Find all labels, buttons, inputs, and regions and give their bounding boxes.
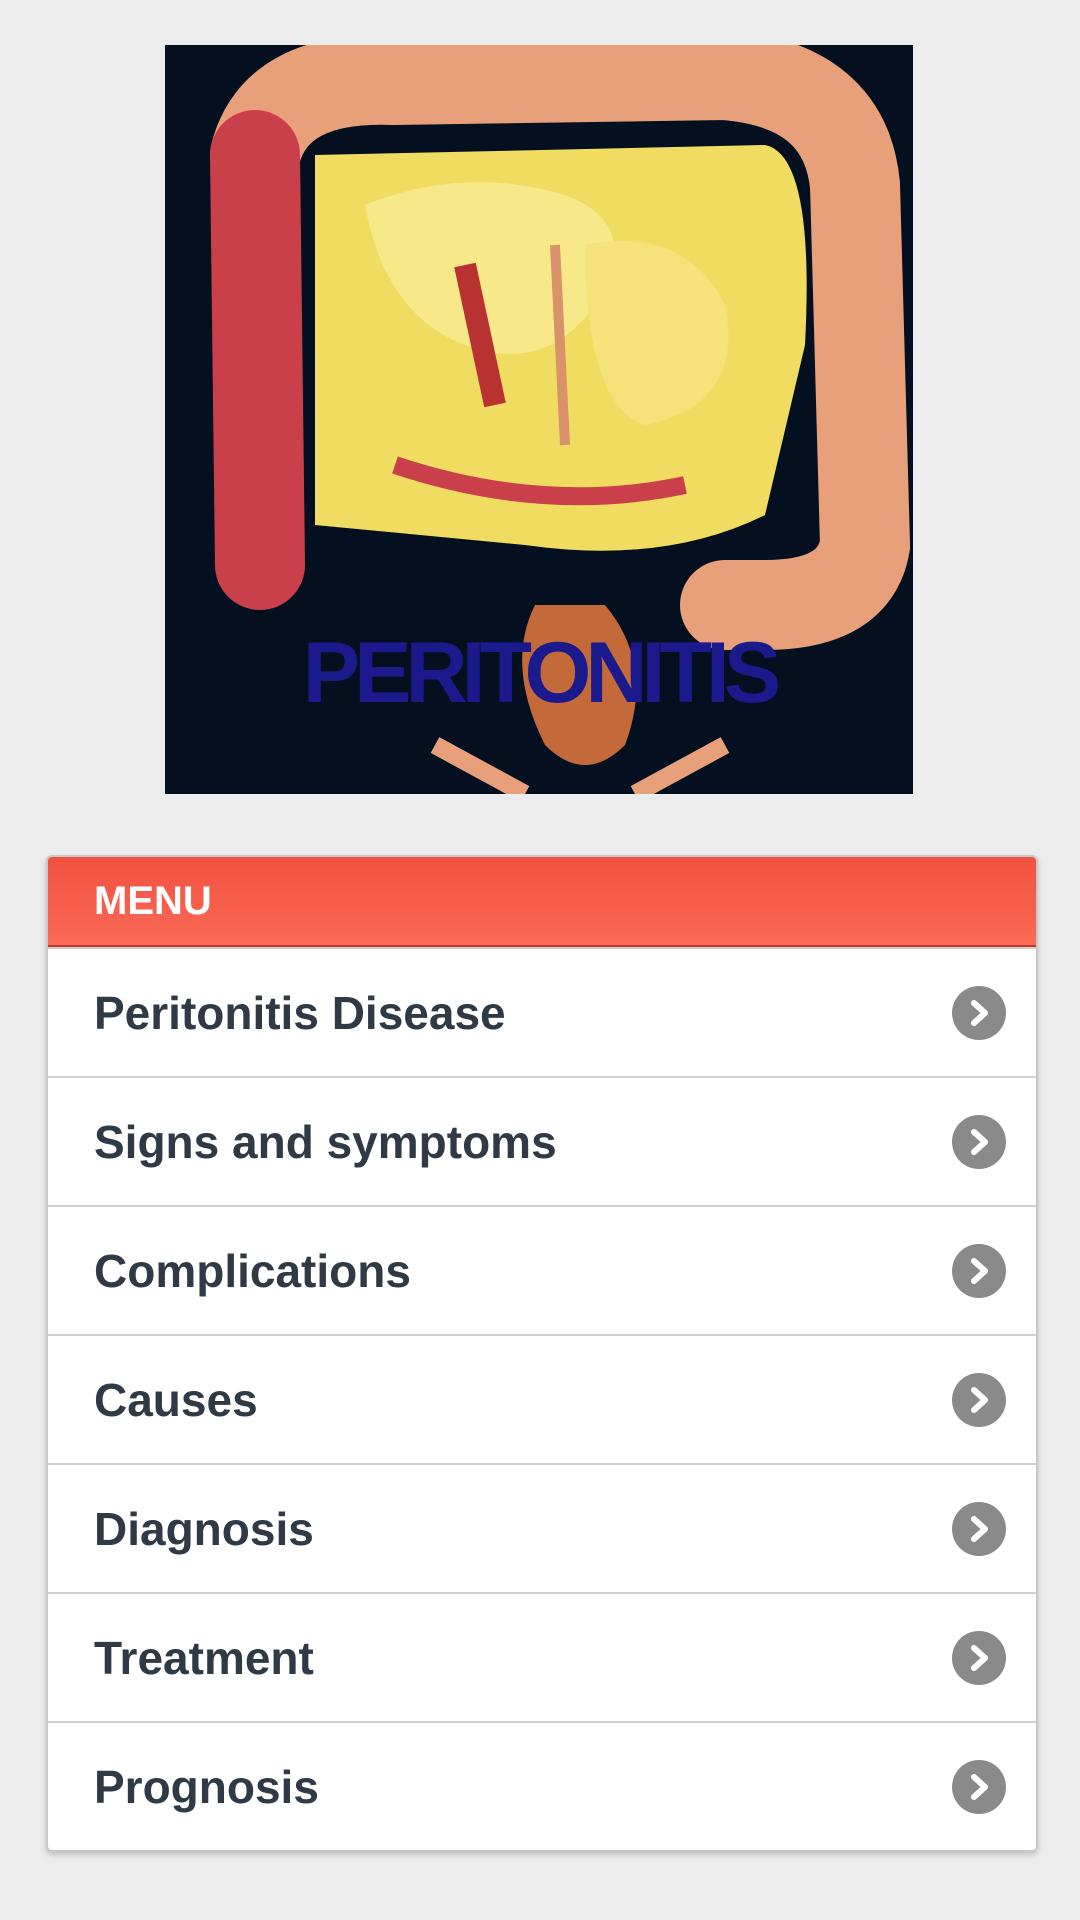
menu-item-label: Treatment bbox=[94, 1631, 314, 1684]
chevron-right-icon bbox=[952, 1759, 1006, 1814]
menu-panel: MENU Peritonitis Disease Signs and sympt… bbox=[46, 855, 1038, 1852]
chevron-right-icon bbox=[952, 985, 1006, 1040]
menu-item-signs-and-symptoms[interactable]: Signs and symptoms bbox=[48, 1076, 1036, 1205]
app-screen: PERITONITIS MENU Peritonitis Disease Sig… bbox=[0, 0, 1080, 1920]
menu-item-label: Complications bbox=[94, 1244, 411, 1297]
menu-item-prognosis[interactable]: Prognosis bbox=[48, 1721, 1036, 1850]
chevron-right-icon bbox=[952, 1372, 1006, 1427]
menu-item-causes[interactable]: Causes bbox=[48, 1334, 1036, 1463]
menu-item-label: Diagnosis bbox=[94, 1502, 314, 1555]
menu-item-label: Causes bbox=[94, 1373, 258, 1426]
chevron-right-icon bbox=[952, 1630, 1006, 1685]
menu-header: MENU bbox=[48, 857, 1036, 947]
menu-item-diagnosis[interactable]: Diagnosis bbox=[48, 1463, 1036, 1592]
menu-item-label: Peritonitis Disease bbox=[94, 986, 506, 1039]
menu-item-label: Prognosis bbox=[94, 1760, 319, 1813]
hero-image: PERITONITIS bbox=[165, 45, 913, 794]
menu-item-treatment[interactable]: Treatment bbox=[48, 1592, 1036, 1721]
chevron-right-icon bbox=[952, 1501, 1006, 1556]
hero-title: PERITONITIS bbox=[302, 625, 781, 721]
chevron-right-icon bbox=[952, 1114, 1006, 1169]
menu-item-label: Signs and symptoms bbox=[94, 1115, 557, 1168]
chevron-right-icon bbox=[952, 1243, 1006, 1298]
menu-item-complications[interactable]: Complications bbox=[48, 1205, 1036, 1334]
menu-item-peritonitis-disease[interactable]: Peritonitis Disease bbox=[48, 947, 1036, 1076]
